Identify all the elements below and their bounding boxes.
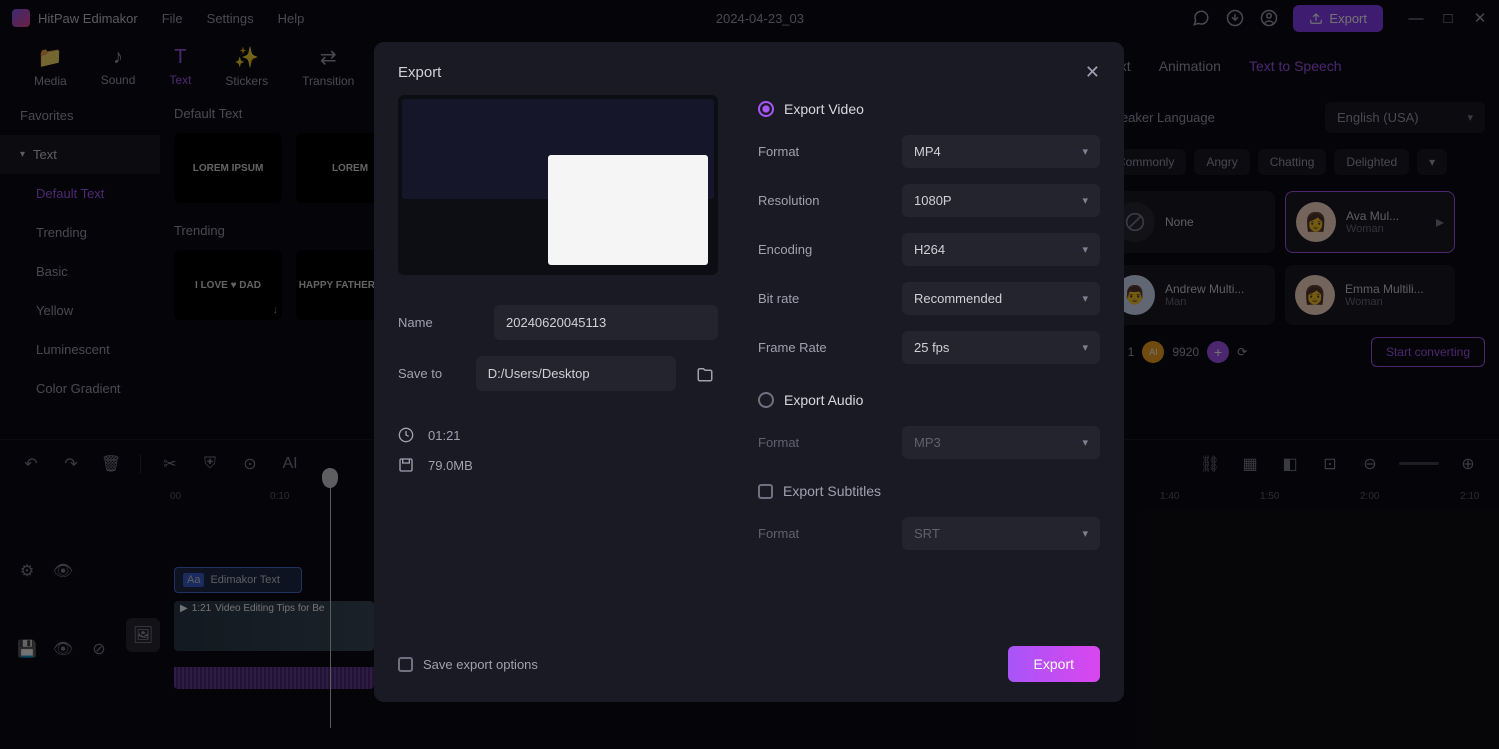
export-modal: Export ✕ Name Save to 01:21 (374, 42, 1124, 702)
export-audio-radio[interactable] (758, 392, 774, 408)
save-to-label: Save to (398, 366, 460, 381)
audio-format-select: MP3▾ (902, 426, 1100, 459)
duration-value: 01:21 (428, 428, 461, 443)
size-value: 79.0MB (428, 458, 473, 473)
export-subtitles-label: Export Subtitles (783, 483, 881, 499)
subs-format-label: Format (758, 526, 799, 541)
encoding-select[interactable]: H264▾ (902, 233, 1100, 266)
audio-format-label: Format (758, 435, 799, 450)
name-input[interactable] (494, 305, 718, 340)
chevron-down-icon: ▾ (1082, 243, 1088, 256)
resolution-label: Resolution (758, 193, 819, 208)
encoding-label: Encoding (758, 242, 812, 257)
chevron-down-icon: ▾ (1082, 436, 1088, 449)
format-select[interactable]: MP4▾ (902, 135, 1100, 168)
resolution-select[interactable]: 1080P▾ (902, 184, 1100, 217)
export-preview (398, 95, 718, 275)
chevron-down-icon: ▾ (1082, 292, 1088, 305)
save-options-checkbox[interactable] (398, 657, 413, 672)
chevron-down-icon: ▾ (1082, 527, 1088, 540)
browse-folder-button[interactable] (692, 357, 718, 391)
save-export-options[interactable]: Save export options (398, 657, 538, 672)
format-label: Format (758, 144, 799, 159)
disk-icon (398, 457, 416, 473)
name-label: Name (398, 315, 478, 330)
chevron-down-icon: ▾ (1082, 145, 1088, 158)
bitrate-label: Bit rate (758, 291, 799, 306)
clock-icon (398, 427, 416, 443)
framerate-select[interactable]: 25 fps▾ (902, 331, 1100, 364)
chevron-down-icon: ▾ (1082, 341, 1088, 354)
chevron-down-icon: ▾ (1082, 194, 1088, 207)
export-action-button[interactable]: Export (1008, 646, 1100, 682)
bitrate-select[interactable]: Recommended▾ (902, 282, 1100, 315)
export-video-label: Export Video (784, 101, 864, 117)
export-audio-label: Export Audio (784, 392, 863, 408)
save-to-input[interactable] (476, 356, 676, 391)
modal-title: Export (398, 64, 441, 81)
framerate-label: Frame Rate (758, 340, 827, 355)
export-video-radio[interactable] (758, 101, 774, 117)
export-subtitles-checkbox[interactable] (758, 484, 773, 499)
subs-format-select: SRT▾ (902, 517, 1100, 550)
modal-close-button[interactable]: ✕ (1085, 62, 1100, 83)
